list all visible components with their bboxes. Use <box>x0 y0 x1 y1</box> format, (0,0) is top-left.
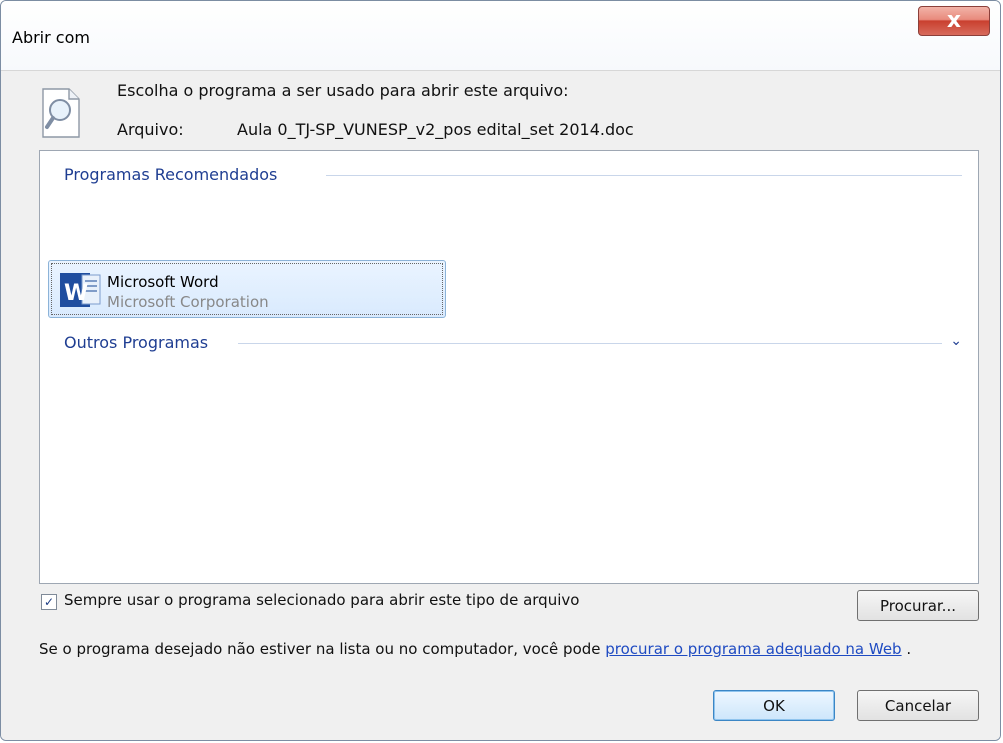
always-use-checkbox[interactable]: ✓ <box>41 594 57 610</box>
help-text-suffix: . <box>906 640 912 658</box>
always-use-label: Sempre usar o programa selecionado para … <box>64 591 580 609</box>
svg-text:W: W <box>64 281 88 306</box>
help-text: Se o programa desejado não estiver na li… <box>39 638 969 660</box>
program-company: Microsoft Corporation <box>107 293 269 311</box>
microsoft-word-icon: W <box>60 273 101 307</box>
choose-program-prompt: Escolha o programa a ser usado para abri… <box>117 81 569 100</box>
dialog-title: Abrir com <box>12 28 90 47</box>
web-search-link[interactable]: procurar o programa adequado na Web <box>605 640 901 658</box>
recommended-group-divider <box>326 175 962 176</box>
cancel-button[interactable]: Cancelar <box>857 690 979 721</box>
chevron-down-icon[interactable]: ⌄ <box>950 333 962 349</box>
file-label: Arquivo: <box>117 120 184 139</box>
check-icon: ✓ <box>43 595 55 609</box>
program-list[interactable]: Programas Recomendados W Microsoft Word … <box>39 150 979 584</box>
browse-button[interactable]: Procurar... <box>857 590 979 621</box>
ok-button[interactable]: OK <box>713 690 835 721</box>
other-programs-header: Outros Programas <box>64 332 209 352</box>
dialog-content: Escolha o programa a ser usado para abri… <box>1 71 1000 740</box>
title-bar: Abrir com x <box>1 1 1000 71</box>
help-text-prefix: Se o programa desejado não estiver na li… <box>39 640 606 658</box>
magnifier-file-icon <box>42 88 80 138</box>
recommended-programs-header: Programas Recomendados <box>64 164 278 184</box>
other-group-divider <box>238 343 942 344</box>
file-name: Aula 0_TJ-SP_VUNESP_v2_pos edital_set 20… <box>237 120 634 139</box>
program-item-microsoft-word[interactable]: W Microsoft Word Microsoft Corporation <box>48 260 446 318</box>
open-with-dialog: Abrir com x Escolha o programa a ser usa… <box>0 0 1001 741</box>
close-button[interactable]: x <box>918 6 990 36</box>
program-name: Microsoft Word <box>107 273 219 291</box>
